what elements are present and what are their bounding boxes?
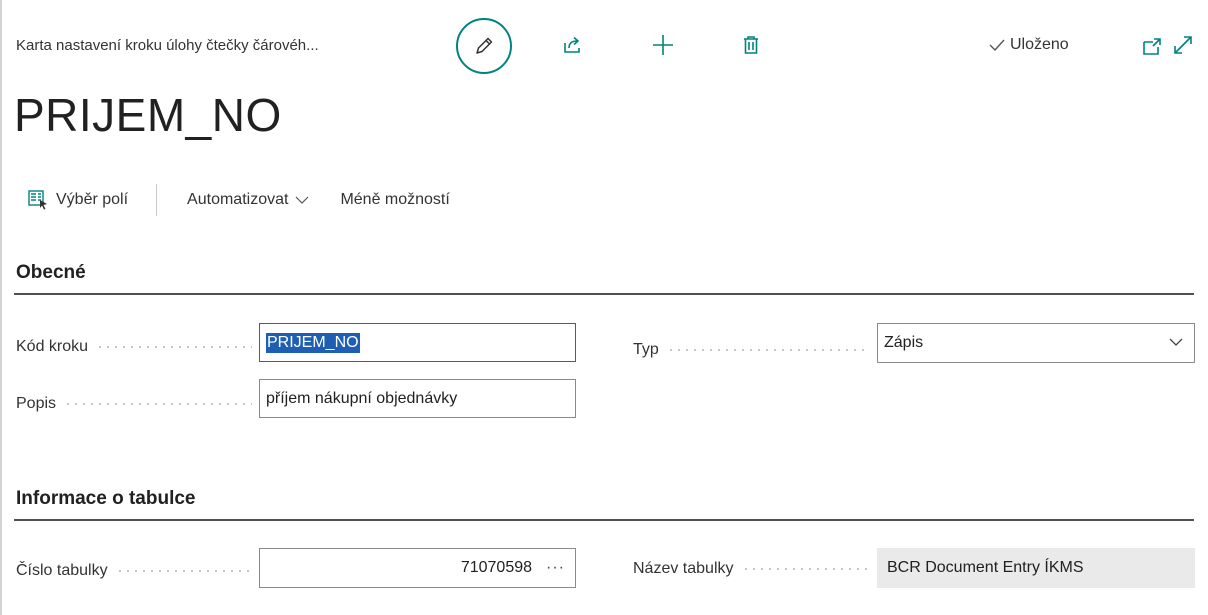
section-divider — [14, 293, 1194, 295]
step-code-input[interactable]: PRIJEM_NO — [259, 323, 576, 362]
dots-leader — [115, 570, 252, 572]
page-left-border — [0, 0, 2, 615]
step-code-label: Kód kroku — [16, 336, 252, 358]
description-value: příjem nákupní objednávky — [266, 389, 458, 407]
dots-leader — [96, 346, 252, 348]
pencil-icon — [476, 37, 493, 54]
fewer-options-button[interactable]: Méně možností — [340, 191, 449, 209]
field-selection-label: Výběr polí — [56, 191, 129, 208]
plus-icon — [653, 35, 673, 55]
open-new-window-button[interactable] — [1137, 32, 1167, 62]
section-heading-general[interactable]: Obecné — [16, 262, 86, 284]
table-name-label: Název tabulky — [633, 558, 869, 580]
field-selection-button[interactable]: Výběr polí — [28, 190, 128, 210]
section-heading-table-info[interactable]: Informace o tabulce — [16, 488, 196, 510]
type-label: Typ — [633, 339, 869, 361]
type-label-text: Typ — [633, 341, 659, 358]
new-button[interactable] — [648, 30, 678, 60]
table-no-input[interactable]: 71070598 ··· — [259, 548, 576, 588]
table-name-label-text: Název tabulky — [633, 560, 734, 577]
step-code-value: PRIJEM_NO — [266, 332, 360, 353]
chevron-down-icon — [296, 196, 309, 204]
step-code-label-text: Kód kroku — [16, 338, 89, 355]
saved-status: Uloženo — [988, 36, 1069, 54]
expand-button[interactable] — [1168, 30, 1198, 60]
table-name-value: BCR Document Entry ÍKMS — [887, 559, 1084, 576]
table-no-value: 71070598 — [460, 559, 533, 576]
description-input[interactable]: příjem nákupní objednávky — [259, 379, 576, 418]
section-divider — [14, 519, 1194, 521]
dots-leader — [64, 403, 252, 405]
action-bar: Výběr polí Automatizovat Méně možností — [28, 184, 450, 216]
dots-leader — [666, 349, 869, 351]
table-name-field: BCR Document Entry ÍKMS — [877, 548, 1195, 588]
fewer-options-label: Méně možností — [340, 191, 450, 208]
edit-button[interactable] — [456, 18, 512, 74]
automate-menu[interactable]: Automatizovat — [187, 191, 310, 209]
table-no-label: Číslo tabulky — [16, 560, 252, 582]
page-title: PRIJEM_NO — [14, 89, 282, 141]
automate-label: Automatizovat — [187, 191, 289, 208]
checkmark-icon — [989, 39, 1005, 52]
saved-label: Uloženo — [1010, 36, 1069, 53]
action-separator — [156, 184, 158, 216]
chevron-down-icon — [1169, 338, 1183, 346]
share-button[interactable] — [557, 30, 587, 60]
field-selection-icon — [28, 190, 47, 210]
open-new-window-icon — [1143, 38, 1161, 55]
table-no-label-text: Číslo tabulky — [16, 562, 108, 579]
description-label: Popis — [16, 393, 252, 415]
type-select[interactable]: Zápis — [877, 323, 1195, 363]
expand-icon — [1174, 36, 1192, 54]
description-label-text: Popis — [16, 395, 57, 412]
page-caption: Karta nastavení kroku úlohy čtečky čárov… — [16, 37, 319, 54]
lookup-ellipsis-button[interactable]: ··· — [546, 559, 565, 577]
trash-icon — [744, 36, 758, 54]
delete-button[interactable] — [736, 30, 766, 60]
type-value: Zápis — [884, 334, 924, 351]
dots-leader — [741, 568, 869, 570]
share-icon — [564, 36, 580, 53]
